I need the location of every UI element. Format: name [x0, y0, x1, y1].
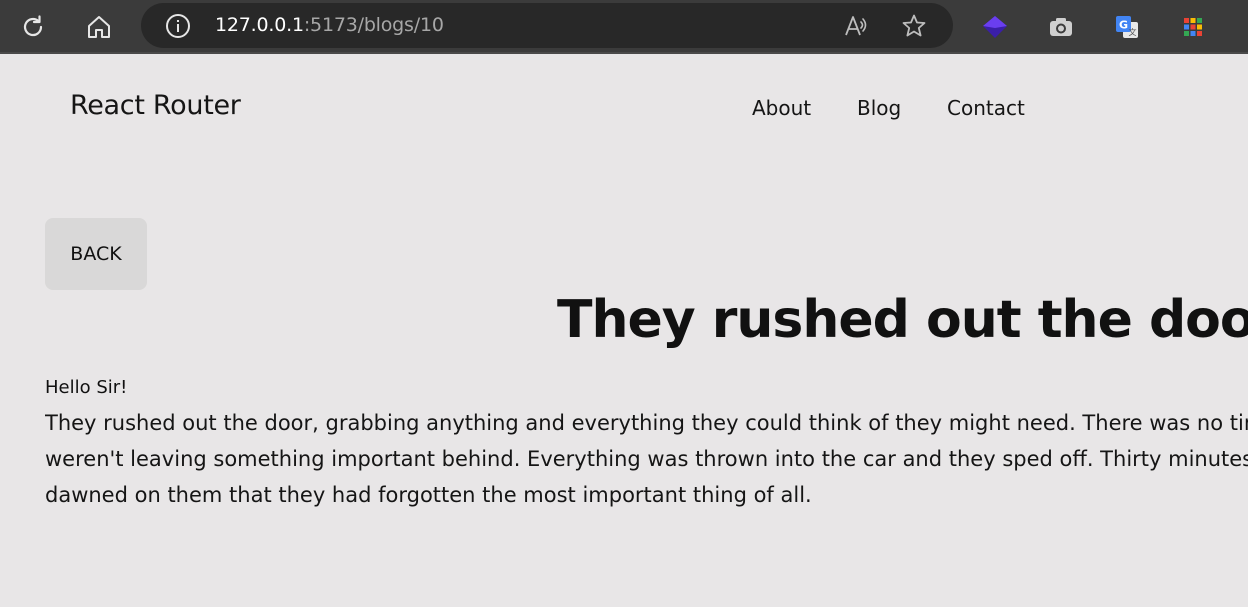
- back-button[interactable]: BACK: [45, 218, 147, 290]
- nav-link-contact[interactable]: Contact: [947, 96, 1025, 120]
- url-path: :5173/blogs/10: [303, 14, 444, 36]
- translate-icon[interactable]: G 文: [1111, 11, 1143, 43]
- post-title: They rushed out the door.: [557, 290, 1248, 350]
- post-body-line: weren't leaving something important behi…: [45, 447, 1248, 471]
- favorite-star-icon[interactable]: [901, 13, 927, 43]
- browser-toolbar: 127.0.0.1:5173/blogs/10 G 文: [0, 0, 1248, 54]
- url-text[interactable]: 127.0.0.1:5173/blogs/10: [215, 14, 444, 36]
- camera-icon[interactable]: [1045, 11, 1077, 43]
- post-greeting: Hello Sir!: [45, 377, 128, 398]
- post-body-line: dawned on them that they had forgotten t…: [45, 483, 812, 507]
- info-icon[interactable]: [165, 13, 191, 43]
- site-title[interactable]: React Router: [70, 90, 241, 121]
- svg-text:G: G: [1119, 19, 1128, 32]
- svg-text:文: 文: [1129, 27, 1137, 37]
- extension-diamond-icon[interactable]: [979, 11, 1011, 43]
- nav-link-blog[interactable]: Blog: [857, 96, 901, 120]
- post-body: They rushed out the door, grabbing anyth…: [45, 405, 1248, 513]
- apps-grid-icon[interactable]: [1177, 11, 1209, 43]
- home-icon[interactable]: [83, 11, 115, 43]
- read-aloud-icon[interactable]: [843, 13, 869, 43]
- url-host: 127.0.0.1: [215, 14, 304, 36]
- nav-link-about[interactable]: About: [752, 96, 811, 120]
- post-body-line: They rushed out the door, grabbing anyth…: [45, 411, 1248, 435]
- address-bar[interactable]: 127.0.0.1:5173/blogs/10: [141, 3, 953, 48]
- refresh-icon[interactable]: [17, 11, 49, 43]
